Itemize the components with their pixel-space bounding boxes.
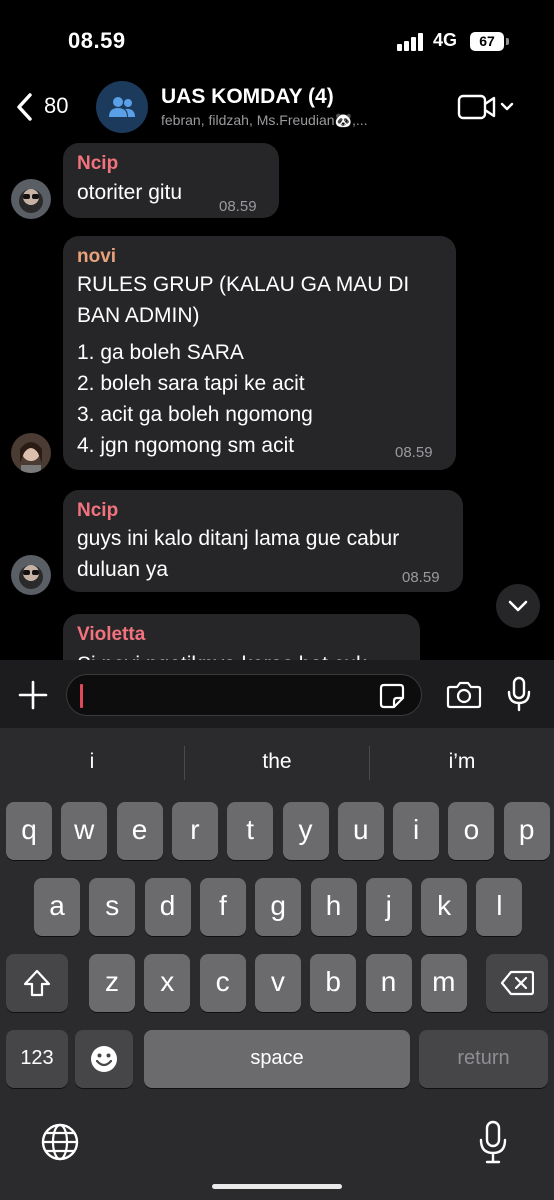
group-members[interactable]: febran, fildzah, Ms.Freudian🐼,... xyxy=(161,112,368,129)
key-m[interactable]: m xyxy=(420,954,467,1012)
key-x[interactable]: x xyxy=(144,954,191,1012)
delete-key[interactable] xyxy=(486,954,548,1012)
message-line: Si novi ngetiknya keras bat cuk xyxy=(77,649,367,660)
key-y[interactable]: y xyxy=(282,802,329,860)
message-bubble[interactable]: Ncip guys ini kalo ditanj lama gue cabur… xyxy=(63,490,463,592)
message-list[interactable]: Ncip otoriter gitu 08.59 novi RULES GRUP… xyxy=(0,138,554,660)
key-g[interactable]: g xyxy=(255,878,302,936)
key-s[interactable]: s xyxy=(89,878,136,936)
key-e[interactable]: e xyxy=(116,802,163,860)
camera-icon[interactable] xyxy=(446,680,482,710)
key-u[interactable]: u xyxy=(337,802,384,860)
video-camera-icon xyxy=(457,94,514,120)
key-j[interactable]: j xyxy=(365,878,412,936)
home-indicator xyxy=(212,1184,342,1189)
shift-key[interactable] xyxy=(6,954,68,1012)
back-chevron-icon[interactable] xyxy=(12,90,40,124)
key-p[interactable]: p xyxy=(503,802,550,860)
message-line: RULES GRUP (KALAU GA MAU DI xyxy=(77,273,410,296)
key-q[interactable]: q xyxy=(6,802,52,860)
key-z[interactable]: z xyxy=(89,954,135,1012)
key-t[interactable]: t xyxy=(227,802,274,860)
key-a[interactable]: a xyxy=(34,878,80,936)
key-n[interactable]: n xyxy=(365,954,412,1012)
key-l[interactable]: l xyxy=(476,878,523,936)
text-cursor xyxy=(80,684,83,708)
message-sender[interactable]: novi xyxy=(77,246,116,268)
message-line: otoriter gitu xyxy=(77,181,183,204)
key-w[interactable]: w xyxy=(61,802,108,860)
key-i[interactable]: i xyxy=(393,802,440,860)
group-title[interactable]: UAS KOMDAY (4) xyxy=(161,85,334,109)
suggestion-3[interactable]: i’m xyxy=(370,750,554,774)
key-r[interactable]: r xyxy=(171,802,218,860)
attach-plus-icon[interactable] xyxy=(18,680,48,710)
message-line: 1. ga boleh SARA xyxy=(77,341,244,364)
suggestion-2[interactable]: the xyxy=(185,750,369,774)
microphone-icon[interactable] xyxy=(505,676,533,712)
group-avatar[interactable] xyxy=(96,81,148,133)
status-bar: 08.59 4G 67 xyxy=(0,0,554,80)
suggestion-1[interactable]: i xyxy=(0,750,184,774)
message-time: 08.59 xyxy=(395,444,433,461)
key-h[interactable]: h xyxy=(310,878,357,936)
key-k[interactable]: k xyxy=(421,878,468,936)
dictation-microphone-icon[interactable] xyxy=(478,1120,508,1164)
key-o[interactable]: o xyxy=(448,802,495,860)
chevron-down-icon xyxy=(508,600,528,612)
message-line: 2. boleh sara tapi ke acit xyxy=(77,372,305,395)
chat-header: 80 UAS KOMDAY (4) febran, fildzah, Ms.Fr… xyxy=(0,78,554,138)
avatar[interactable] xyxy=(11,179,51,219)
message-time: 08.59 xyxy=(402,569,440,586)
message-line: guys ini kalo ditanj lama gue cabur xyxy=(77,527,400,550)
message-line: 3. acit ga boleh ngomong xyxy=(77,403,313,426)
key-f[interactable]: f xyxy=(199,878,246,936)
scroll-down-button[interactable] xyxy=(496,584,540,628)
message-bubble[interactable]: novi RULES GRUP (KALAU GA MAU DI BAN ADM… xyxy=(63,236,456,470)
message-bubble[interactable]: Violetta Si novi ngetiknya keras bat cuk xyxy=(63,614,420,660)
message-line: BAN ADMIN) xyxy=(77,304,200,327)
message-sender[interactable]: Ncip xyxy=(77,500,118,522)
back-unread-count[interactable]: 80 xyxy=(44,93,68,119)
message-bubble[interactable]: Ncip otoriter gitu 08.59 xyxy=(63,143,279,218)
backspace-icon xyxy=(500,970,535,996)
network-type: 4G xyxy=(433,30,458,50)
message-input[interactable] xyxy=(66,674,422,716)
signal-icon xyxy=(397,33,425,51)
group-icon xyxy=(109,97,135,117)
status-time: 08.59 xyxy=(68,28,126,53)
battery-icon: 67 xyxy=(470,32,504,51)
key-v[interactable]: v xyxy=(254,954,301,1012)
numbers-key[interactable]: 123 xyxy=(6,1030,68,1088)
message-sender[interactable]: Ncip xyxy=(77,153,118,175)
key-d[interactable]: d xyxy=(144,878,191,936)
message-sender[interactable]: Violetta xyxy=(77,624,145,646)
avatar[interactable] xyxy=(11,433,51,473)
shift-icon xyxy=(23,969,51,997)
globe-icon[interactable] xyxy=(40,1122,80,1162)
message-line: 4. jgn ngomong sm acit xyxy=(77,434,295,457)
space-key[interactable]: space xyxy=(144,1030,410,1088)
video-call-button[interactable] xyxy=(456,92,518,122)
battery-tip xyxy=(506,38,509,45)
emoji-key[interactable] xyxy=(75,1030,133,1088)
composer-bar xyxy=(0,660,554,728)
keyboard: i the i’m qwertyuiop asdfghjkl zxcvbnm 1… xyxy=(0,728,554,1200)
sticker-icon[interactable] xyxy=(379,683,405,709)
avatar[interactable] xyxy=(11,555,51,595)
return-key[interactable]: return xyxy=(419,1030,548,1088)
key-b[interactable]: b xyxy=(310,954,357,1012)
message-line: duluan ya xyxy=(77,558,169,581)
message-time: 08.59 xyxy=(219,198,257,215)
emoji-icon xyxy=(91,1046,117,1072)
key-c[interactable]: c xyxy=(199,954,246,1012)
